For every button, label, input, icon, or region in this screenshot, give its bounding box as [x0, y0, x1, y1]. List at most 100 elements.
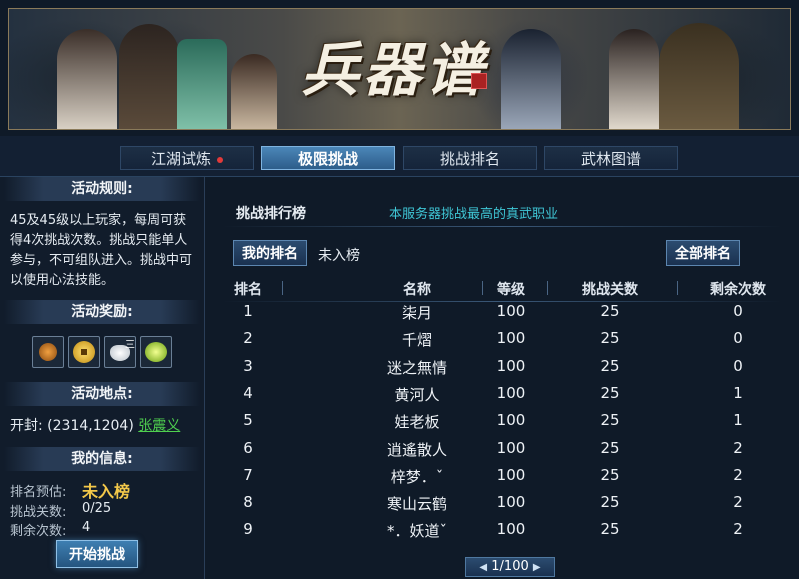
page-indicator: 1/100 [491, 559, 529, 574]
cell-level: 100 [496, 493, 526, 512]
bronze-token-icon[interactable] [32, 336, 64, 368]
cell-level: 100 [496, 302, 526, 320]
prev-page-icon[interactable]: ◀ [479, 562, 487, 573]
table-row[interactable]: 8 寒山云鹤 100 25 2 [212, 493, 792, 519]
info-value: 未入榜 [82, 482, 131, 501]
cell-remaining: 0 [733, 302, 743, 320]
rules-heading: 活动规则: [4, 177, 200, 201]
all-rank-button[interactable]: 全部排名 [666, 240, 740, 266]
location-coords: 开封: (2314,1204) [10, 418, 134, 434]
table-row[interactable]: 9 *．妖道ˇ 100 25 2 [212, 520, 792, 546]
col-header-rank: 排名 [234, 282, 262, 298]
info-label: 挑战关数: [10, 505, 67, 520]
cell-level: 100 [496, 383, 526, 402]
table-row[interactable]: 2 千熠 100 25 0 [212, 329, 792, 355]
cell-stages: 25 [600, 493, 620, 512]
cell-remaining: 2 [733, 520, 743, 539]
character-figure [119, 24, 179, 129]
tab-label: 极限挑战 [297, 150, 358, 168]
pagination[interactable]: ◀ 1/100 ▶ [465, 557, 555, 577]
character-figure [231, 54, 277, 129]
cell-level: 100 [496, 438, 526, 457]
cell-level: 100 [496, 411, 526, 430]
cell-rank: 3 [243, 356, 253, 375]
cell-stages: 25 [600, 520, 620, 539]
seal-stamp-icon [471, 73, 487, 89]
info-rank-estimate: 排名预估: 未入榜 [10, 481, 130, 501]
cell-rank: 9 [243, 520, 253, 539]
cell-stages: 25 [600, 465, 620, 484]
jade-disc-icon[interactable] [140, 336, 172, 368]
cell-stages: 25 [600, 329, 620, 348]
cell-stages: 25 [600, 411, 620, 430]
col-header-level: 等级 [497, 282, 525, 298]
my-info-heading: 我的信息: [4, 447, 200, 471]
banner-art: 兵器谱 [8, 8, 791, 130]
cell-remaining: 0 [733, 329, 743, 348]
info-remaining: 剩余次数: 4 [10, 520, 90, 539]
cell-remaining: 1 [733, 411, 743, 430]
gold-coin-icon[interactable] [68, 336, 100, 368]
tab-label: 挑战排名 [439, 150, 500, 168]
peacock-fan [177, 39, 227, 129]
info-stages: 挑战关数: 0/25 [10, 501, 111, 520]
character-figure [57, 29, 117, 129]
location-line: 开封: (2314,1204) 张震义 [10, 415, 180, 435]
location-heading: 活动地点: [4, 382, 200, 406]
cell-remaining: 2 [733, 465, 743, 484]
table-row[interactable]: 3 迷之無情 100 25 0 [212, 357, 792, 383]
start-challenge-button[interactable]: 开始挑战 [56, 540, 138, 568]
rewards-heading: 活动奖励: [4, 300, 200, 324]
cell-level: 100 [496, 520, 526, 539]
character-figure [501, 29, 561, 129]
info-value: 4 [82, 520, 91, 535]
quantity-badge: 三 [125, 340, 135, 351]
my-rank-button[interactable]: 我的排名 [233, 240, 307, 266]
cell-remaining: 2 [733, 493, 743, 512]
cell-level: 100 [496, 356, 526, 375]
cell-stages: 25 [600, 383, 620, 402]
cell-stages: 25 [600, 356, 620, 375]
cell-stages: 25 [600, 302, 620, 320]
cell-remaining: 1 [733, 383, 743, 402]
leaderboard-title: 挑战排行榜 [236, 206, 306, 222]
cell-remaining: 0 [733, 356, 743, 375]
rules-text: 45及45级以上玩家，每周可获得4次挑战次数。挑战只能单人参与，不可组队进入。挑… [10, 213, 193, 288]
npc-link[interactable]: 张震义 [138, 418, 180, 434]
col-separator [282, 281, 283, 295]
tab-bar: 江湖试炼 极限挑战 挑战排名 武林图谱 [0, 136, 799, 177]
silk-pouch-icon[interactable]: 三 [104, 336, 136, 368]
tab-extreme-challenge[interactable]: 极限挑战 [261, 146, 395, 170]
info-label: 排名预估: [10, 485, 67, 500]
cell-stages: 25 [600, 438, 620, 457]
table-row[interactable]: 5 娃老板 100 25 1 [212, 411, 792, 437]
leaderboard-panel: 挑战排行榜 本服务器挑战最高的真武职业 我的排名 未入榜 全部排名 排名 名称 … [212, 190, 792, 579]
cell-level: 100 [496, 329, 526, 348]
tab-label: 武林图谱 [580, 150, 641, 168]
col-header-stages: 挑战关数 [582, 282, 638, 298]
table-row[interactable]: 6 逍遙散人 100 25 2 [212, 439, 792, 465]
col-separator [547, 281, 548, 295]
character-figure [609, 29, 659, 129]
cell-remaining: 2 [733, 438, 743, 457]
banner-title: 兵器谱 [300, 36, 487, 104]
info-label: 剩余次数: [10, 524, 67, 539]
col-separator [677, 281, 678, 295]
tab-label: 江湖试炼 [150, 150, 211, 168]
leaderboard-subtitle: 本服务器挑战最高的真武职业 [389, 207, 559, 222]
cell-rank: 7 [243, 465, 253, 484]
table-row[interactable]: 1 柒月 100 25 0 [212, 302, 792, 328]
tab-jianghu-trial[interactable]: 江湖试炼 [120, 146, 254, 170]
table-row[interactable]: 7 梓梦．ˇ 100 25 2 [212, 466, 792, 492]
cell-rank: 8 [243, 493, 253, 512]
next-page-icon[interactable]: ▶ [533, 562, 541, 573]
cell-rank: 4 [243, 383, 253, 402]
table-row[interactable]: 4 黄河人 100 25 1 [212, 384, 792, 410]
my-rank-value: 未入榜 [318, 248, 360, 264]
tab-challenge-ranking[interactable]: 挑战排名 [403, 146, 537, 170]
cell-rank: 6 [243, 438, 253, 457]
cell-level: 100 [496, 465, 526, 484]
tab-wulin-atlas[interactable]: 武林图谱 [544, 146, 678, 170]
armored-figure [659, 23, 739, 129]
cell-rank: 1 [243, 302, 253, 320]
